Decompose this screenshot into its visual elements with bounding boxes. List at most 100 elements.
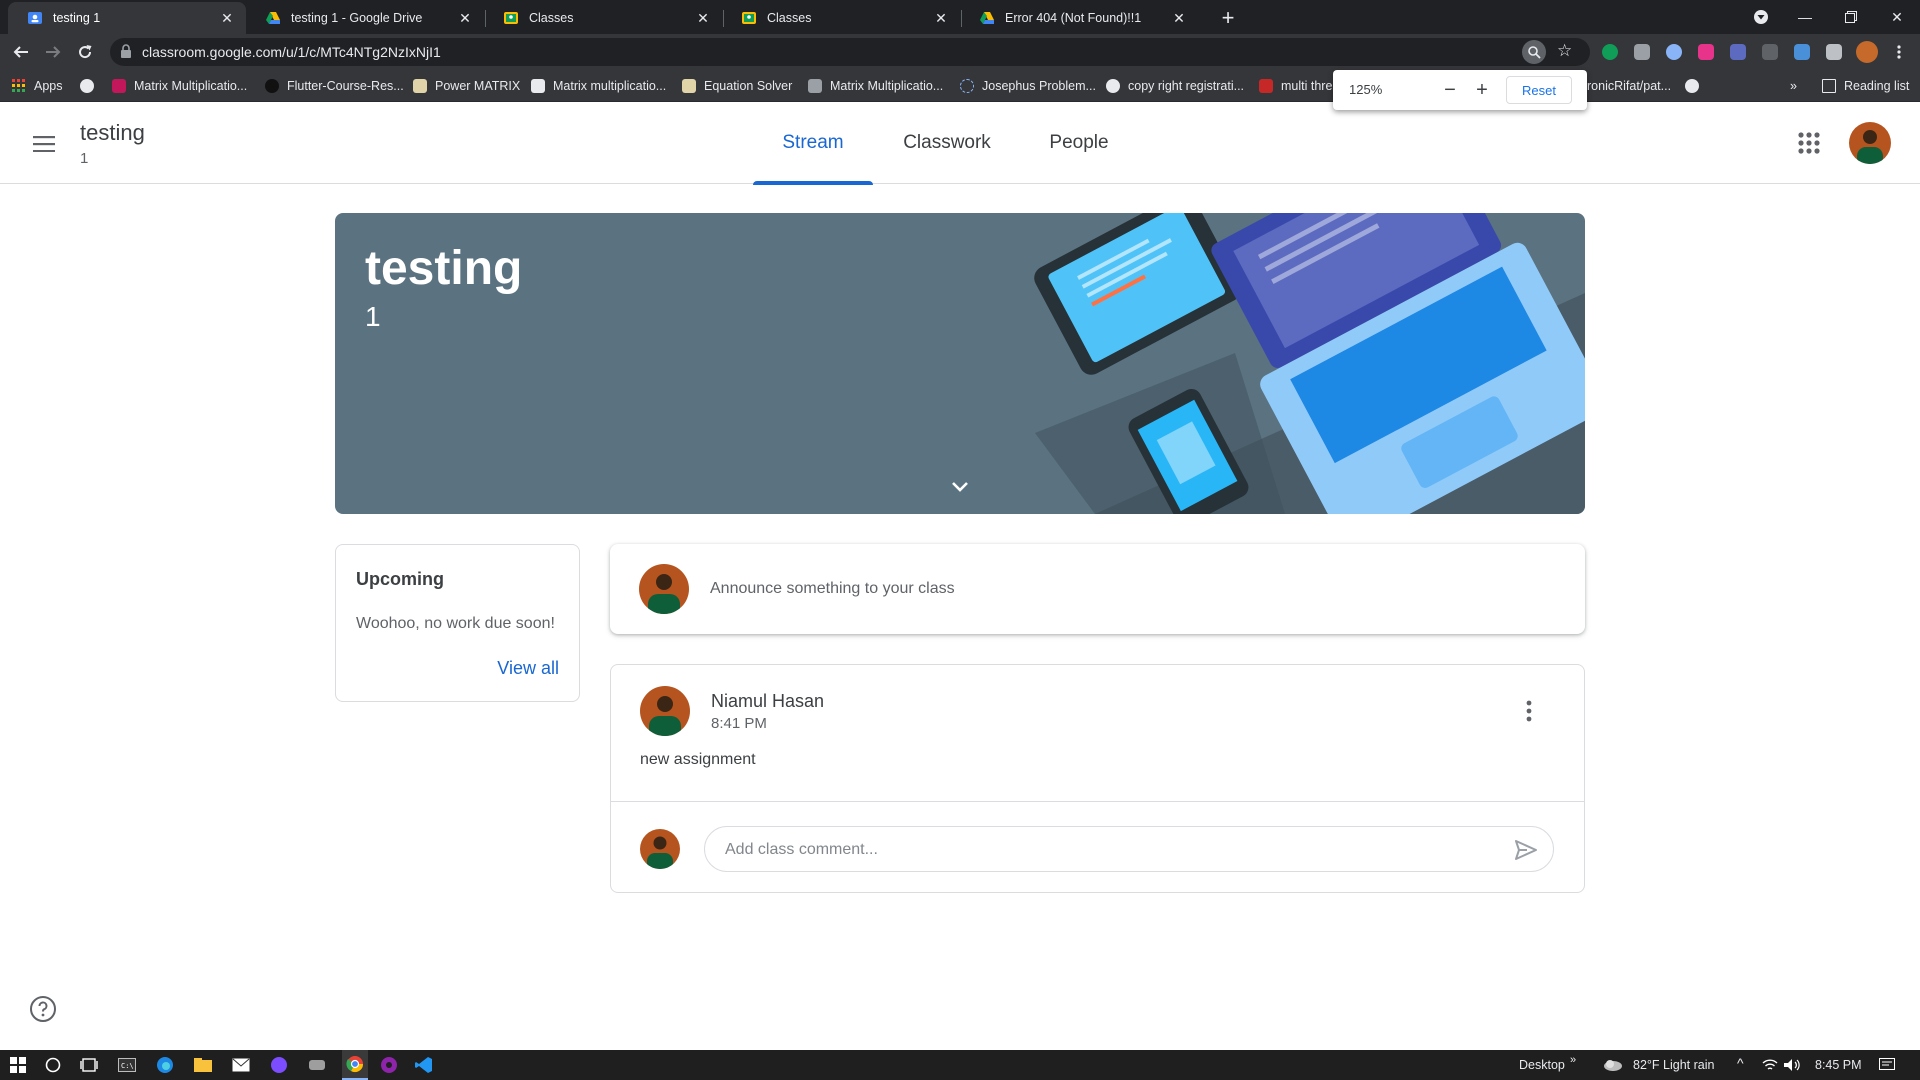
- task-view-icon[interactable]: [79, 1055, 99, 1075]
- browser-tab-classes-2[interactable]: Classes ✕: [722, 2, 960, 34]
- notifications-icon[interactable]: [1877, 1055, 1897, 1075]
- address-bar[interactable]: classroom.google.com/u/1/c/MTc4NTg2NzIxN…: [110, 38, 1590, 66]
- class-title[interactable]: testing: [80, 120, 145, 146]
- tab-stream[interactable]: Stream: [753, 102, 873, 185]
- bookmark-josephus[interactable]: Josephus Problem...: [960, 76, 1096, 96]
- hamburger-menu-icon[interactable]: [28, 128, 60, 160]
- classroom-icon: [503, 10, 519, 26]
- bookmark-github-repo[interactable]: ronicRifat/pat...: [1587, 76, 1671, 96]
- clock-time[interactable]: 8:45 PM: [1815, 1058, 1862, 1072]
- screen-extension-icon[interactable]: [1762, 44, 1778, 60]
- desktop-toolbar-label[interactable]: Desktop: [1519, 1058, 1565, 1072]
- profile-avatar-icon[interactable]: [1856, 41, 1878, 63]
- post-body: new assignment: [640, 751, 756, 768]
- edge-icon[interactable]: [155, 1055, 175, 1075]
- bookmark-globe[interactable]: [80, 76, 102, 96]
- mail-icon[interactable]: [231, 1055, 251, 1075]
- chevron-down-icon[interactable]: [945, 475, 975, 499]
- tab-people[interactable]: People: [1038, 102, 1120, 184]
- upcoming-card: Upcoming Woohoo, no work due soon! View …: [335, 544, 580, 702]
- bookmark-label: Apps: [34, 79, 63, 93]
- help-icon[interactable]: [29, 995, 57, 1023]
- tab-title: testing 1 - Google Drive: [291, 11, 423, 25]
- bookmark-matrix-3[interactable]: Matrix Multiplicatio...: [808, 76, 943, 96]
- view-all-link[interactable]: View all: [497, 658, 559, 679]
- send-icon[interactable]: [1513, 837, 1539, 863]
- banner-illustration: [1034, 213, 1585, 514]
- bookmark-matrix-2[interactable]: Matrix multiplicatio...: [531, 76, 666, 96]
- pen-extension-icon[interactable]: [1794, 44, 1810, 60]
- close-tab-icon[interactable]: ✕: [1170, 9, 1188, 27]
- zoom-level: 125%: [1349, 82, 1383, 97]
- comment-input[interactable]: Add class comment...: [704, 826, 1554, 872]
- lock-icon: [120, 44, 132, 63]
- app-icon[interactable]: [307, 1055, 327, 1075]
- windows-start-icon[interactable]: [8, 1055, 28, 1075]
- camera-extension-icon[interactable]: [1634, 44, 1650, 60]
- minimize-button[interactable]: —: [1782, 0, 1828, 34]
- close-tab-icon[interactable]: ✕: [456, 9, 474, 27]
- wifi-icon[interactable]: [1760, 1055, 1780, 1075]
- forward-button[interactable]: [38, 37, 68, 67]
- weather-text[interactable]: 82°F Light rain: [1633, 1058, 1714, 1072]
- extension-icon[interactable]: [1666, 44, 1682, 60]
- back-button[interactable]: [6, 37, 36, 67]
- announce-box[interactable]: Announce something to your class: [610, 544, 1585, 634]
- reading-list-icon: [1822, 79, 1836, 93]
- browser-tab-testing-1[interactable]: testing 1 ✕: [8, 2, 246, 34]
- close-tab-icon[interactable]: ✕: [218, 9, 236, 27]
- puzzle-extensions-icon[interactable]: [1826, 44, 1842, 60]
- more-options-icon[interactable]: [1517, 699, 1541, 723]
- zoom-icon[interactable]: [1522, 40, 1546, 64]
- banner-title[interactable]: testing: [365, 241, 522, 296]
- search-icon[interactable]: [43, 1055, 63, 1075]
- bookmark-multi-thread[interactable]: multi thre: [1259, 76, 1332, 96]
- close-tab-icon[interactable]: ✕: [932, 9, 950, 27]
- svg-text:C:\: C:\: [121, 1062, 134, 1070]
- close-window-button[interactable]: ✕: [1874, 0, 1920, 34]
- terminal-icon[interactable]: C:\: [117, 1055, 137, 1075]
- bookmark-label: ronicRifat/pat...: [1587, 79, 1672, 93]
- profile-menu-icon[interactable]: [1738, 0, 1784, 34]
- bookmark-star-icon[interactable]: ☆: [1557, 41, 1572, 61]
- reading-list-button[interactable]: Reading list: [1822, 76, 1909, 96]
- browser-tab-drive[interactable]: testing 1 - Google Drive ✕: [246, 2, 484, 34]
- bookmark-copyright[interactable]: copy right registrati...: [1106, 76, 1244, 96]
- bookmark-power-matrix[interactable]: Power MATRIX: [413, 76, 520, 96]
- app-icon[interactable]: [379, 1055, 399, 1075]
- globe-icon: [1685, 79, 1699, 93]
- zoom-in-button[interactable]: +: [1470, 78, 1494, 102]
- messenger-icon[interactable]: [269, 1055, 289, 1075]
- bookmark-matrix-1[interactable]: Matrix Multiplicatio...: [112, 76, 247, 96]
- file-explorer-icon[interactable]: [193, 1055, 213, 1075]
- stream-post: Niamul Hasan 8:41 PM new assignment Add …: [610, 664, 1585, 893]
- browser-tab-error-404[interactable]: Error 404 (Not Found)!!1 ✕: [960, 2, 1198, 34]
- restore-button[interactable]: [1828, 0, 1874, 34]
- reload-button[interactable]: [70, 37, 100, 67]
- site-icon: [1259, 79, 1273, 93]
- chrome-taskbar-icon[interactable]: [342, 1050, 368, 1080]
- bookmarks-overflow-button[interactable]: »: [1790, 76, 1797, 96]
- bookmark-equation-solver[interactable]: Equation Solver: [682, 76, 792, 96]
- vscode-icon[interactable]: [414, 1055, 434, 1075]
- comment-placeholder: Add class comment...: [725, 841, 878, 858]
- bookmark-apps[interactable]: Apps: [12, 76, 63, 96]
- chevron-double-icon[interactable]: »: [1570, 1054, 1576, 1066]
- browser-tab-classes[interactable]: Classes ✕: [484, 2, 722, 34]
- chevron-up-icon[interactable]: ^: [1737, 1055, 1744, 1071]
- bookmark-flutter[interactable]: Flutter-Course-Res...: [265, 76, 404, 96]
- new-tab-button[interactable]: +: [1215, 5, 1241, 31]
- bookmark-globe-2[interactable]: [1685, 76, 1707, 96]
- r-icon: [808, 79, 822, 93]
- zoom-reset-button[interactable]: Reset: [1506, 76, 1572, 104]
- account-avatar[interactable]: [1849, 122, 1891, 164]
- google-apps-icon[interactable]: [1794, 128, 1824, 158]
- tab-classwork[interactable]: Classwork: [890, 102, 1004, 184]
- download-extension-icon[interactable]: [1730, 44, 1746, 60]
- media-extension-icon[interactable]: [1698, 44, 1714, 60]
- grammarly-extension-icon[interactable]: [1602, 44, 1618, 60]
- more-menu-icon[interactable]: [1884, 37, 1914, 67]
- volume-icon[interactable]: [1782, 1055, 1802, 1075]
- zoom-out-button[interactable]: −: [1438, 78, 1462, 102]
- close-tab-icon[interactable]: ✕: [694, 9, 712, 27]
